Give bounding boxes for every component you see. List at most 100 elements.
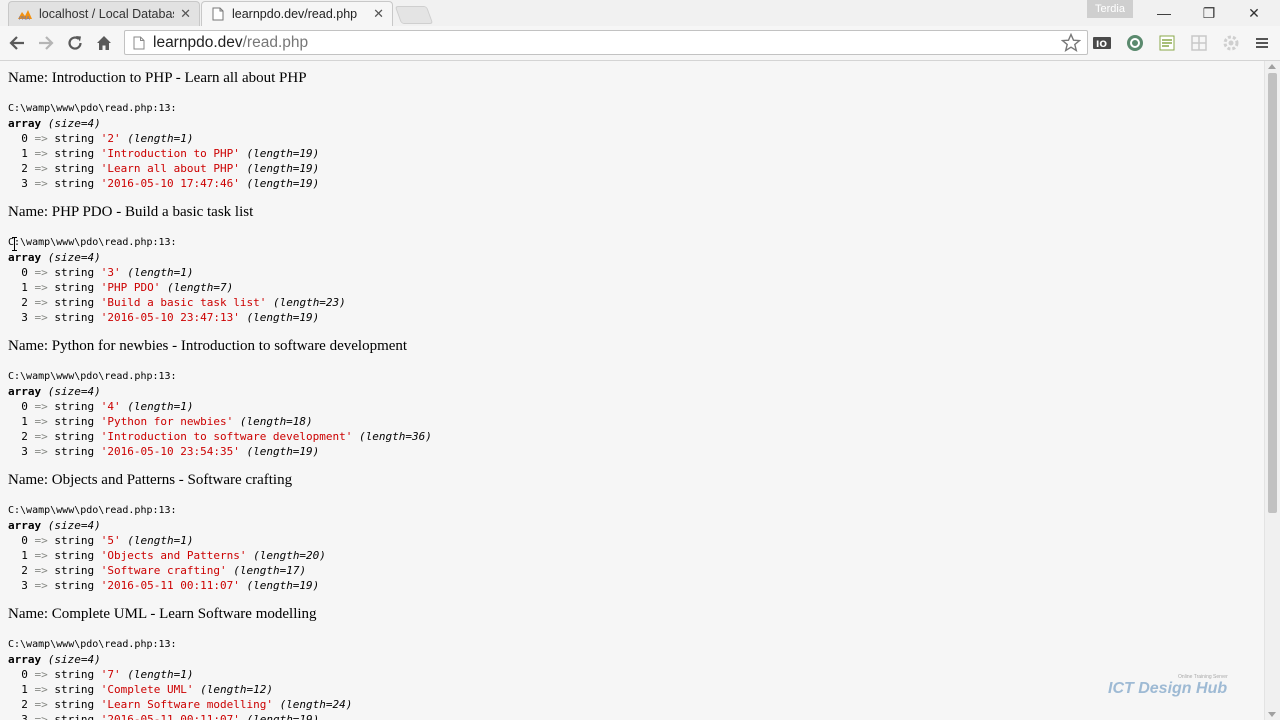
dump-arrow: => [34,400,48,413]
url-host: learnpdo.dev [153,33,243,51]
dump-index: 0 [21,668,28,681]
scroll-thumb[interactable] [1268,73,1277,513]
tab-phpmyadmin[interactable]: PMA localhost / Local Databas ✕ [8,1,200,26]
dump-string-value: 'Introduction to PHP' [100,147,240,160]
dump-index: 1 [21,281,28,294]
url-text: learnpdo.dev/read.php [153,34,308,52]
dump-file-path: C:\wamp\www\pdo\read.php:13: [8,639,177,650]
dump-arrow: => [34,162,48,175]
dump-arrow: => [34,296,48,309]
dump-file-path: C:\wamp\www\pdo\read.php:13: [8,371,177,382]
dump-array-size: (size=4) [47,251,101,264]
dump-string-value: '2016-05-10 23:47:13' [100,311,240,324]
dump-array-keyword: array [8,519,42,532]
menu-button[interactable] [1252,33,1272,53]
dump-string-value: 'Learn Software modelling' [100,698,273,711]
home-icon [97,36,111,50]
forward-button[interactable] [34,31,58,55]
close-icon[interactable]: ✕ [373,6,384,22]
dump-type: string [54,564,95,577]
dump-length: (length=7) [166,281,234,294]
dump-length: (length=1) [127,400,194,413]
reload-button[interactable] [63,31,87,55]
minimize-button[interactable]: — [1142,0,1186,26]
browser-toolbar: learnpdo.dev/read.php IO [0,26,1280,61]
dump-arrow: => [34,549,48,562]
dump-string-value: '3' [100,266,121,279]
dump-index: 3 [21,311,28,324]
tab-read-php[interactable]: learnpdo.dev/read.php ✕ [201,1,393,26]
dump-string-value: '2016-05-10 23:54:35' [100,445,240,458]
notes-extension-icon[interactable] [1157,33,1177,53]
home-button[interactable] [92,31,116,55]
back-button[interactable] [5,31,29,55]
dump-string-value: '5' [100,534,121,547]
sync-extension-icon[interactable] [1125,33,1145,53]
close-window-button[interactable]: ✕ [1232,0,1276,26]
dump-arrow: => [34,713,48,720]
dump-string-value: '2016-05-11 00:11:07' [100,579,240,592]
dump-string-value: 'Python for newbies' [100,415,234,428]
dump-arrow: => [34,147,48,160]
dump-string-value: 'Introduction to software development' [100,430,353,443]
dump-index: 0 [21,132,28,145]
dump-index: 3 [21,713,28,720]
dump-length: (length=1) [127,132,194,145]
restore-button[interactable]: ❐ [1187,0,1231,26]
dump-type: string [54,698,95,711]
dump-length: (length=19) [246,162,320,175]
dump-type: string [54,549,95,562]
dump-type: string [54,296,95,309]
new-tab-button[interactable] [394,6,434,24]
dump-array-size: (size=4) [47,117,101,130]
dump-type: string [54,445,95,458]
dump-array-size: (size=4) [47,385,101,398]
dump-arrow: => [34,132,48,145]
var-dump-output: C:\wamp\www\pdo\read.php:13: array (size… [8,502,326,593]
dump-length: (length=18) [239,415,313,428]
dump-length: (length=1) [127,534,194,547]
dump-length: (length=19) [246,445,320,458]
page-icon [212,7,224,21]
dump-type: string [54,430,95,443]
record-name: Name: PHP PDO - Build a basic task list [8,204,254,220]
dump-length: (length=24) [279,698,353,711]
address-bar[interactable]: learnpdo.dev/read.php [124,30,1088,55]
dump-type: string [54,266,95,279]
dump-index: 2 [21,162,28,175]
dump-length: (length=19) [246,147,320,160]
dump-index: 2 [21,430,28,443]
dump-array-keyword: array [8,251,42,264]
tab-title: learnpdo.dev/read.php [232,7,358,21]
dump-arrow: => [34,415,48,428]
dump-index: 0 [21,266,28,279]
profile-button[interactable]: Terdia [1087,0,1133,18]
dump-arrow: => [34,698,48,711]
dump-type: string [54,311,95,324]
dump-arrow: => [34,668,48,681]
dump-type: string [54,579,95,592]
grid-extension-icon[interactable] [1189,33,1209,53]
forward-arrow-icon [39,36,54,50]
dump-string-value: '4' [100,400,121,413]
scroll-down-arrow-icon[interactable] [1268,712,1276,717]
svg-text:PMA: PMA [19,16,30,21]
close-icon[interactable]: ✕ [180,6,191,22]
dump-index: 3 [21,579,28,592]
scroll-up-arrow-icon[interactable] [1268,64,1276,69]
dump-length: (length=19) [246,713,320,720]
dump-type: string [54,281,95,294]
dump-string-value: '2' [100,132,121,145]
dump-array-keyword: array [8,385,42,398]
watermark-logo: Online Training Server ICT Design Hub [1108,674,1258,704]
dump-index: 1 [21,683,28,696]
watermark-text: ICT Design Hub [1108,680,1228,697]
settings-extension-icon[interactable] [1221,33,1241,53]
vertical-scrollbar[interactable] [1264,61,1280,720]
dump-array-size: (size=4) [47,653,101,666]
io-extension-icon[interactable]: IO [1092,33,1112,53]
dump-string-value: '2016-05-10 17:47:46' [100,177,240,190]
bookmark-star-icon[interactable] [1061,33,1081,53]
dump-index: 3 [21,445,28,458]
back-arrow-icon [9,36,24,50]
